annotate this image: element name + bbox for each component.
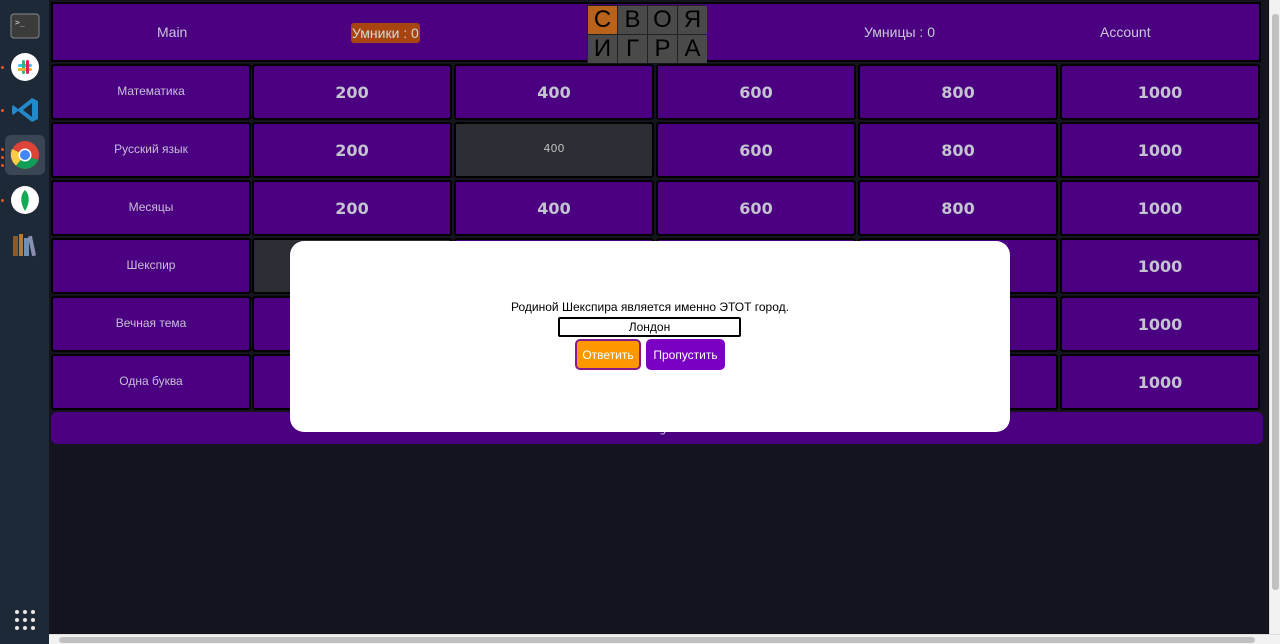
- question-cell[interactable]: 1000: [1060, 122, 1260, 178]
- main-link[interactable]: Main: [157, 4, 187, 60]
- answer-input[interactable]: [558, 317, 741, 337]
- team-score-right: Умницы : 0: [864, 24, 935, 40]
- question-text: Родиной Шекспира является именно ЭТОТ го…: [511, 300, 789, 314]
- category-label: Математика: [51, 64, 251, 120]
- browser-viewport: Main Умники : 0 С В О Я И Г Р А Умницы :…: [49, 0, 1280, 644]
- mongodb-icon: [11, 186, 39, 214]
- question-cell[interactable]: 1000: [1060, 180, 1260, 236]
- team-score-left: Умники : 0: [351, 23, 420, 43]
- terminal-launcher[interactable]: >_: [5, 6, 45, 46]
- answer-button[interactable]: Ответить: [575, 339, 641, 370]
- mongodb-launcher[interactable]: [5, 180, 45, 220]
- category-label: Русский язык: [51, 122, 251, 178]
- svg-text:>_: >_: [15, 18, 25, 27]
- logo-letter: И: [588, 35, 617, 63]
- library-launcher[interactable]: [5, 225, 45, 265]
- slack-launcher[interactable]: [5, 47, 45, 87]
- logo-letter: А: [678, 35, 707, 63]
- question-cell[interactable]: 600: [656, 180, 856, 236]
- question-cell[interactable]: 1000: [1060, 296, 1260, 352]
- logo-letter: О: [648, 6, 677, 34]
- game-logo: С В О Я И Г Р А: [587, 5, 707, 63]
- logo-letter: С: [588, 6, 617, 34]
- vscode-launcher[interactable]: [5, 90, 45, 130]
- terminal-icon: >_: [10, 13, 40, 39]
- slack-icon: [11, 53, 39, 81]
- category-label: Одна буква: [51, 354, 251, 410]
- skip-button[interactable]: Пропустить: [646, 339, 725, 370]
- app-dock: >_: [0, 0, 49, 644]
- question-cell[interactable]: 600: [656, 122, 856, 178]
- vertical-scrollbar[interactable]: [1269, 0, 1280, 634]
- show-apps-button[interactable]: [5, 600, 45, 640]
- books-icon: [13, 234, 37, 257]
- horizontal-scrollbar[interactable]: [49, 634, 1280, 644]
- question-cell[interactable]: 200: [252, 180, 452, 236]
- account-link[interactable]: Account: [1100, 4, 1151, 60]
- question-cell[interactable]: 400: [454, 180, 654, 236]
- question-cell[interactable]: 800: [858, 180, 1058, 236]
- chrome-icon: [10, 141, 39, 169]
- logo-letter: Р: [648, 35, 677, 63]
- category-label: Вечная тема: [51, 296, 251, 352]
- question-cell[interactable]: 400: [454, 64, 654, 120]
- question-cell[interactable]: 800: [858, 122, 1058, 178]
- question-cell[interactable]: 800: [858, 64, 1058, 120]
- logo-letter: Г: [618, 35, 647, 63]
- used-question-cell: 400: [454, 122, 654, 178]
- question-modal: Родиной Шекспира является именно ЭТОТ го…: [290, 241, 1010, 432]
- category-label: Месяцы: [51, 180, 251, 236]
- question-cell[interactable]: 600: [656, 64, 856, 120]
- logo-letter: В: [618, 6, 647, 34]
- question-cell[interactable]: 200: [252, 122, 452, 178]
- question-cell[interactable]: 1000: [1060, 354, 1260, 410]
- chrome-launcher[interactable]: [5, 135, 45, 175]
- category-label: Шекспир: [51, 238, 251, 294]
- question-cell[interactable]: 200: [252, 64, 452, 120]
- game-header: Main Умники : 0 С В О Я И Г Р А Умницы :…: [51, 2, 1261, 63]
- app-grid-icon: [15, 610, 35, 630]
- question-cell[interactable]: 1000: [1060, 64, 1260, 120]
- logo-letter: Я: [678, 6, 707, 34]
- vscode-icon: [12, 98, 38, 122]
- question-cell[interactable]: 1000: [1060, 238, 1260, 294]
